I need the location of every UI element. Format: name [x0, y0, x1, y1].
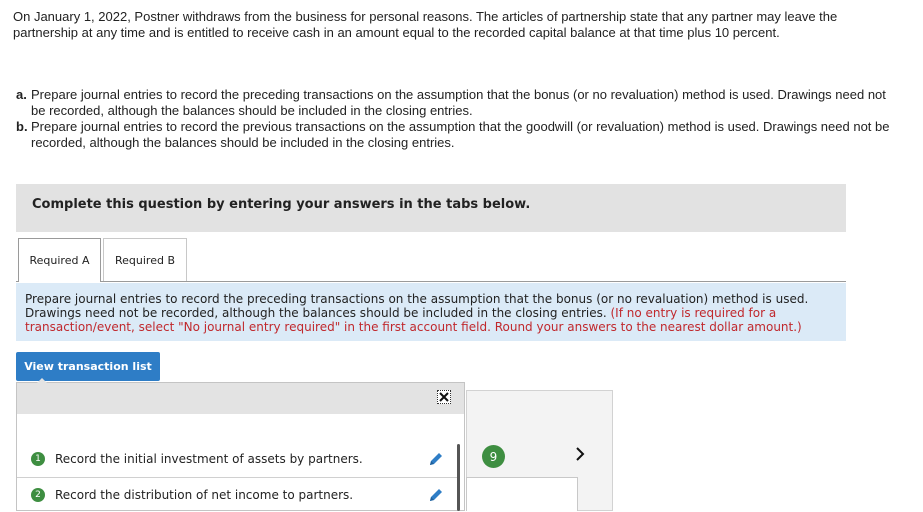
- chevron-right-icon[interactable]: [573, 446, 587, 462]
- list-scrollbar[interactable]: [457, 444, 460, 511]
- pencil-icon[interactable]: [427, 486, 445, 504]
- tab-required-b-label: Required B: [114, 253, 175, 267]
- view-transaction-list-button[interactable]: View transaction list: [16, 352, 160, 381]
- problem-intro: On January 1, 2022, Postner withdraws fr…: [13, 9, 838, 40]
- part-b-text: Prepare journal entries to record the pr…: [31, 119, 890, 150]
- part-a-label: a.: [16, 87, 27, 102]
- banner-text: Complete this question by entering your …: [32, 197, 531, 212]
- transaction-list-header: [17, 383, 464, 414]
- part-b: b. Prepare journal entries to record the…: [16, 119, 896, 151]
- popup-caret: [35, 378, 49, 385]
- part-a: a. Prepare journal entries to record the…: [16, 87, 896, 119]
- tab-instructions: Prepare journal entries to record the pr…: [16, 283, 846, 341]
- tab-required-b[interactable]: Required B: [103, 238, 187, 281]
- instructions-banner: Complete this question by entering your …: [16, 184, 846, 232]
- part-b-label: b.: [16, 119, 28, 134]
- part-a-text: Prepare journal entries to record the pr…: [31, 87, 886, 118]
- tab-divider: [16, 281, 846, 282]
- transaction-text-2: Record the distribution of net income to…: [55, 488, 354, 502]
- transaction-row-2[interactable]: 2 Record the distribution of net income …: [17, 478, 457, 512]
- tab-required-a-label: Required A: [29, 254, 90, 267]
- transaction-number-2: 2: [31, 488, 45, 502]
- transaction-number-1: 1: [31, 452, 45, 466]
- close-button[interactable]: [437, 390, 451, 404]
- tab-required-a[interactable]: Required A: [18, 238, 101, 282]
- transaction-row-1[interactable]: 1 Record the initial investment of asset…: [17, 442, 457, 476]
- entry-number-badge: 9: [482, 445, 505, 468]
- close-icon: [439, 392, 449, 402]
- tab-instructions-text: Prepare journal entries to record the pr…: [25, 292, 825, 334]
- journal-entry-input-box: [466, 477, 578, 511]
- transaction-text-1: Record the initial investment of assets …: [55, 452, 363, 466]
- problem-parts: a. Prepare journal entries to record the…: [16, 87, 896, 151]
- pencil-icon[interactable]: [427, 450, 445, 468]
